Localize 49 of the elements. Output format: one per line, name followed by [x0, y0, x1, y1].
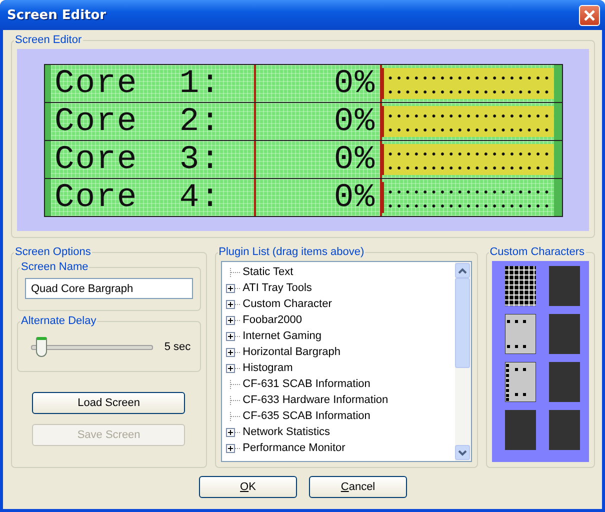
custom-character[interactable]: [504, 314, 536, 354]
expand-icon[interactable]: [226, 348, 240, 356]
custom-character[interactable]: [504, 362, 536, 402]
expand-icon[interactable]: [226, 316, 240, 324]
plugin-item[interactable]: Network Statistics: [242, 426, 332, 438]
lcd-row[interactable]: Core 1: 0%: [44, 64, 562, 102]
expand-icon[interactable]: [226, 300, 240, 308]
group-title: Screen Editor: [14, 34, 83, 46]
screen-button[interactable]: Load Screen: [32, 392, 186, 414]
scrollbar[interactable]: [454, 262, 471, 461]
expand-icon[interactable]: [226, 332, 240, 340]
window-title: Screen Editor: [7, 8, 106, 22]
slider-thumb[interactable]: [36, 337, 48, 357]
scroll-down-icon[interactable]: [454, 445, 470, 460]
plugin-item[interactable]: CF-631 SCAB Information: [242, 378, 372, 390]
screen-name-field[interactable]: Quad Core Bargraph: [25, 278, 193, 299]
plugin-item[interactable]: ATI Tray Tools: [242, 282, 313, 294]
plugin-item[interactable]: Performance Monitor: [242, 442, 346, 454]
plugin-item[interactable]: CF-633 Hardware Information: [242, 394, 390, 406]
lcd-text: 0%: [256, 178, 382, 216]
group-title: Plugin List (drag items above): [218, 246, 366, 258]
delay-reading: 5 sec: [164, 341, 191, 353]
plugin-item[interactable]: Horizontal Bargraph: [242, 346, 342, 358]
lcd-row[interactable]: Core 3: 0%: [44, 140, 562, 178]
plugin-item[interactable]: Foobar2000: [242, 314, 303, 326]
plugin-item[interactable]: Custom Character: [242, 298, 333, 310]
expand-icon[interactable]: [226, 428, 240, 436]
close-icon: [583, 8, 596, 22]
group-title: Screen Options: [14, 246, 92, 258]
scroll-up-icon[interactable]: [454, 263, 470, 278]
scroll-thumb[interactable]: [454, 278, 470, 368]
close-button[interactable]: [579, 4, 600, 26]
plugin-item[interactable]: Internet Gaming: [242, 330, 322, 342]
plugin-item[interactable]: Histogram: [242, 362, 294, 374]
dialog-button[interactable]: Cancel: [309, 476, 407, 498]
plugin-item[interactable]: CF-635 SCAB Information: [242, 410, 372, 422]
group-title: Alternate Delay: [20, 315, 98, 327]
delay-slider[interactable]: [31, 336, 154, 358]
group-title: Screen Name: [20, 261, 90, 273]
lcd-row[interactable]: Core 2: 0%: [44, 102, 562, 140]
lcd-row[interactable]: Core 4: 0%: [44, 178, 562, 216]
plugin-item[interactable]: Static Text: [242, 266, 294, 278]
lcd-text: Core 4:: [50, 178, 256, 216]
group-title: Custom Characters: [488, 246, 586, 258]
expand-icon[interactable]: [226, 284, 240, 292]
expand-icon[interactable]: [226, 364, 240, 372]
custom-character[interactable]: [504, 266, 536, 306]
dialog-button[interactable]: OK: [199, 476, 297, 498]
expand-icon[interactable]: [226, 444, 240, 452]
